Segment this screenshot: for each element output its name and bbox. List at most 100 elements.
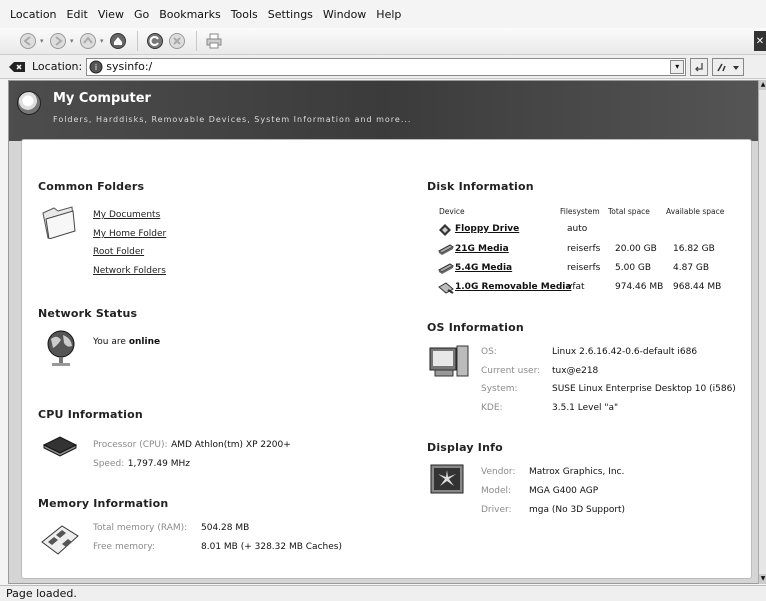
menu-settings[interactable]: Settings [268,8,313,21]
search-dropdown-button[interactable] [712,57,745,76]
sysinfo-icon: i [89,60,103,73]
disk-col-filesystem: Filesystem [560,207,600,216]
my-documents-link[interactable]: My Documents [93,210,160,220]
location-url: sysinfo:/ [106,60,153,73]
menu-edit[interactable]: Edit [67,8,88,21]
menu-help[interactable]: Help [376,8,401,21]
display-info-title: Display Info [427,441,503,454]
content-panel [21,139,752,579]
disk-row-available: 4.87 GB [673,263,710,273]
search-provider-icon [717,63,740,71]
cpu-info-title: CPU Information [38,408,143,421]
location-input[interactable]: i sysinfo:/ ▾ [86,57,687,76]
driver-label: Driver: [481,505,512,515]
status-bar: Page loaded. [0,585,766,601]
disk-row-name[interactable]: 5.4G Media [455,263,512,273]
memory-total-label: Total memory (RAM): [93,523,188,533]
go-icon [695,62,703,71]
cpu-chip-icon [42,436,78,457]
network-status-title: Network Status [38,307,138,320]
disk-col-available: Available space [666,207,725,216]
memory-info-title: Memory Information [38,497,169,510]
reload-icon [147,33,163,49]
hard-disk-icon [438,244,454,255]
cpu-speed-value: 1,797.49 MHz [127,459,190,469]
home-button[interactable] [108,31,128,51]
my-home-folder-link[interactable]: My Home Folder [93,229,166,239]
network-status-prefix: You are [93,337,126,347]
driver-value: mga (No 3D Support) [529,505,626,515]
network-folders-link[interactable]: Network Folders [93,266,166,276]
disk-row-total: 5.00 GB [615,263,652,273]
print-button[interactable] [204,31,224,51]
hard-disk-icon [438,263,454,274]
home-icon [110,33,126,49]
cpu-speed-row: Speed: 1,797.49 MHz [93,456,190,469]
toolbar: ▾ ▾ ▾ ✕ [0,28,766,55]
disk-row-filesystem: vfat [567,282,585,292]
root-folder-link[interactable]: Root Folder [93,247,144,257]
disk-col-device: Device [439,207,465,216]
cpu-processor-row: Processor (CPU): AMD Athlon(tm) XP 2200+ [93,437,291,450]
system-value: SUSE Linux Enterprise Desktop 10 (i586) [552,384,736,394]
menu-tools[interactable]: Tools [231,8,258,21]
menu-bookmarks[interactable]: Bookmarks [159,8,220,21]
forward-button[interactable] [48,31,68,51]
memory-free-value: 8.01 MB (+ 328.32 MB Caches) [201,542,342,552]
os-info-title: OS Information [427,321,524,334]
usb-drive-icon [438,282,454,294]
disk-row-name[interactable]: Floppy Drive [455,224,519,234]
clear-location-icon[interactable] [8,60,26,74]
forward-dropdown-arrow[interactable]: ▾ [70,37,76,45]
back-dropdown-arrow[interactable]: ▾ [40,37,46,45]
memory-total-value: 504.28 MB [201,523,250,533]
disk-col-total: Total space [608,207,650,216]
location-dropdown-arrow[interactable]: ▾ [670,59,685,74]
memory-module-icon [41,525,79,555]
disk-row-filesystem: reiserfs [567,263,601,273]
vendor-value: Matrox Graphics, Inc. [529,467,625,477]
os-label: OS: [481,347,497,357]
cpu-processor-label: Processor (CPU): [93,440,168,450]
my-computer-icon [17,91,41,115]
common-folders-title: Common Folders [38,180,145,193]
forward-icon [50,33,66,49]
globe-icon [47,330,75,366]
disk-row-total: 974.46 MB [615,282,664,292]
os-value: Linux 2.6.16.42-0.6-default i686 [552,347,698,357]
toolbar-separator [137,31,138,51]
menu-location[interactable]: Location [10,8,57,21]
up-icon [80,33,96,49]
reload-button[interactable] [145,31,165,51]
folder-icon [42,206,76,239]
model-label: Model: [481,486,512,496]
up-button[interactable] [78,31,98,51]
disk-row-name[interactable]: 1.0G Removable Media [455,282,571,292]
computer-icon [429,345,469,377]
vertical-scrollbar[interactable]: ▲ ▼ [758,80,766,584]
menu-window[interactable]: Window [323,8,366,21]
disk-row-filesystem: auto [567,224,588,234]
menu-view[interactable]: View [98,8,124,21]
scroll-up-icon[interactable]: ▲ [759,80,766,90]
kde-value: 3.5.1 Level "a" [552,403,619,413]
current-user-value: tux@e218 [552,366,599,376]
scroll-down-icon[interactable]: ▼ [759,574,766,584]
disk-row-total: 20.00 GB [615,244,657,254]
menu-go[interactable]: Go [134,8,149,21]
print-icon [206,33,222,49]
up-dropdown-arrow[interactable]: ▾ [100,37,106,45]
floppy-drive-icon [439,224,451,236]
stop-button[interactable] [167,31,187,51]
network-status-text: You are online [93,337,160,347]
back-button[interactable] [18,31,38,51]
disk-info-title: Disk Information [427,180,534,193]
svg-text:i: i [95,63,97,72]
disk-row-available: 16.82 GB [673,244,715,254]
cpu-processor-value: AMD Athlon(tm) XP 2200+ [171,440,291,450]
menu-bar: Location Edit View Go Bookmarks Tools Se… [0,0,766,28]
kde-label: KDE: [481,403,503,413]
go-button[interactable] [690,57,709,76]
toolbar-overflow-icon[interactable]: ✕ [754,31,766,51]
disk-row-name[interactable]: 21G Media [455,244,509,254]
